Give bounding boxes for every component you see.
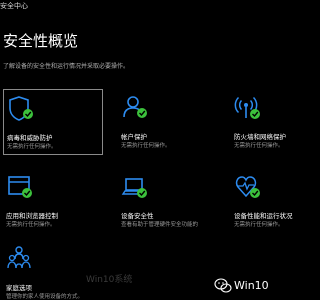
tile-label: 防火墙和网络保护 bbox=[234, 133, 286, 141]
tile-status: 无需执行任何操作。 bbox=[234, 222, 284, 228]
title-bar: 安全中心 bbox=[0, 0, 300, 14]
shield-icon bbox=[7, 95, 37, 123]
watermark: Win10 bbox=[212, 277, 300, 295]
faint-watermark-text: Win10系统 bbox=[86, 275, 133, 285]
tile-label: 设备安全性 bbox=[121, 212, 154, 220]
tile-label: 应用和浏览器控制 bbox=[6, 212, 58, 220]
window-title: 安全中心 bbox=[0, 2, 28, 10]
tile-status: 无需执行任何操作。 bbox=[6, 222, 56, 228]
tile-status: 无需执行任何操作。 bbox=[234, 143, 284, 149]
tile-app-browser-control[interactable]: 应用和浏览器控制 无需执行任何操作。 bbox=[3, 168, 103, 234]
tile-label: 帐户保护 bbox=[121, 133, 147, 141]
tile-label: 病毒和威胁防护 bbox=[7, 134, 53, 142]
tile-status: 查看有助于管理硬件安全功能的 bbox=[121, 222, 199, 228]
tile-status: 无需执行任何操作。 bbox=[7, 144, 57, 150]
family-icon bbox=[6, 245, 36, 273]
heart-pulse-icon bbox=[234, 173, 264, 201]
tile-device-security[interactable]: 设备安全性 查看有助于管理硬件安全功能的 bbox=[118, 168, 218, 234]
tile-virus-threat-protection[interactable]: 病毒和威胁防护 无需执行任何操作。 bbox=[3, 89, 103, 155]
tile-device-performance-health[interactable]: 设备性能和运行状况 无需执行任何操作。 bbox=[231, 168, 320, 234]
tile-firewall-network-protection[interactable]: 防火墙和网络保护 无需执行任何操作。 bbox=[231, 89, 320, 155]
security-center-window: 安全中心 安全性概览 了解设备的安全性和运行情况并采取必要操作。 病毒和威胁防护… bbox=[0, 0, 300, 300]
tile-label: 设备性能和运行状况 bbox=[234, 212, 293, 220]
watermark-text: Win10 bbox=[234, 279, 269, 292]
tile-account-protection[interactable]: 帐户保护 无需执行任何操作。 bbox=[118, 89, 218, 155]
page-description: 了解设备的安全性和运行情况并采取必要操作。 bbox=[3, 63, 130, 70]
tile-label: 家庭选项 bbox=[6, 284, 32, 292]
tile-family-options[interactable]: 家庭选项 管理你的家人使用设备的方式。 bbox=[3, 240, 103, 300]
browser-window-icon bbox=[6, 173, 36, 201]
wifi-antenna-icon bbox=[234, 94, 264, 122]
page-title: 安全性概览 bbox=[3, 32, 79, 50]
tile-status: 无需执行任何操作。 bbox=[121, 143, 171, 149]
laptop-icon bbox=[121, 173, 151, 201]
wechat-icon bbox=[214, 278, 232, 294]
tile-status: 管理你的家人使用设备的方式。 bbox=[6, 294, 84, 300]
account-person-icon bbox=[121, 94, 151, 122]
